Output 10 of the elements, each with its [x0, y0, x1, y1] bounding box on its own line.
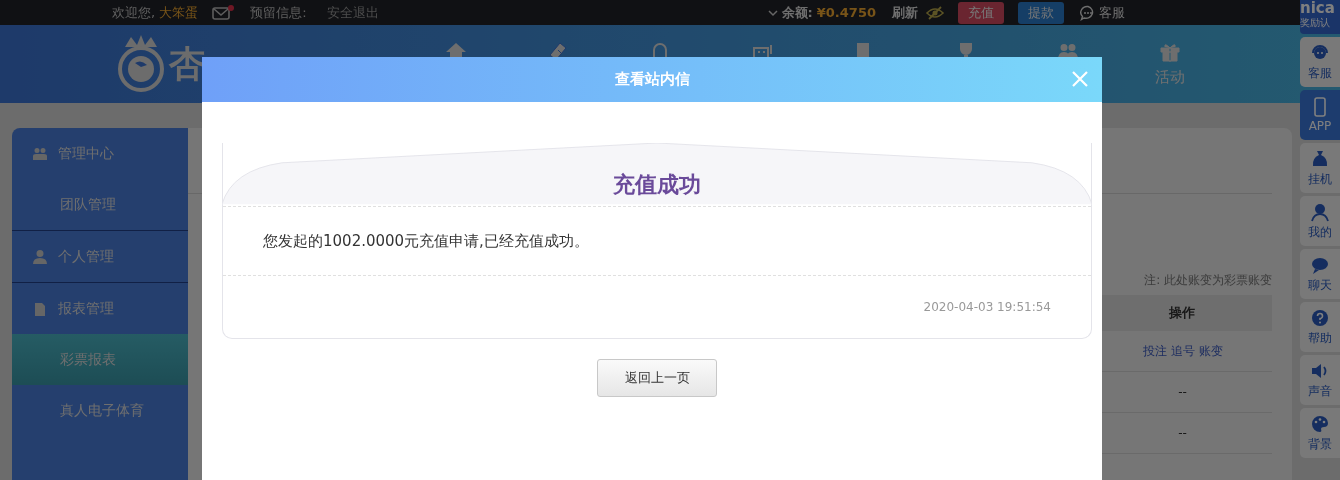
reserved-info-label: 预留信息: [250, 3, 307, 22]
dialog-title: 查看站内信 [614, 70, 690, 89]
message-date: 2020-04-03 19:51:54 [923, 300, 1051, 314]
greeting-text: 欢迎您, [112, 3, 156, 22]
message-text: 您发起的1002.0000元充值申请,已经充值成功。 [263, 231, 589, 251]
table-cell-text: -- [1177, 425, 1188, 442]
balance-value: ¥0.4750 [816, 5, 876, 20]
balance-label: 余额: [781, 3, 813, 22]
table-cell-text: -- [1177, 384, 1188, 401]
message-heading: 充值成功 [613, 171, 701, 199]
